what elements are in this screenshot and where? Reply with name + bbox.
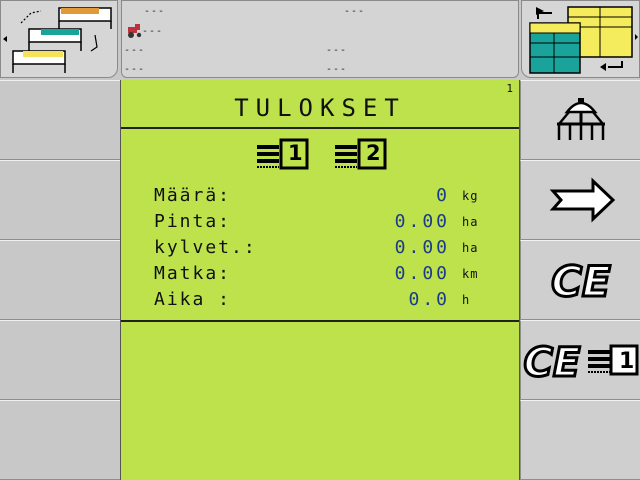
screen-layout-icon <box>3 7 112 73</box>
status-bar: --- --- --- --- --- --- --- <box>121 0 519 78</box>
row-value: 0.00 <box>394 211 450 232</box>
results-panel: 1 TULOKSET 1 2 Määrä: 0 kg Pinta: 0.00 h… <box>120 80 520 480</box>
result-row-time: Aika : 0.0 h <box>154 289 494 315</box>
seeder-settings-button[interactable] <box>520 80 640 160</box>
svg-text:CE: CE <box>551 257 611 306</box>
row-label: Pinta: <box>154 211 232 232</box>
left-softkey-3[interactable] <box>0 240 120 320</box>
screen-switch-icon <box>529 6 638 74</box>
row-value: 0.00 <box>394 237 450 258</box>
result-row-area: Pinta: 0.00 ha <box>154 211 494 237</box>
counter-tab-2-number: 2 <box>366 141 381 165</box>
left-softkey-1[interactable] <box>0 80 120 160</box>
result-row-amount: Määrä: 0 kg <box>154 185 494 211</box>
row-unit: km <box>462 267 479 281</box>
row-value: 0 <box>436 185 450 206</box>
left-softkey-4[interactable] <box>0 320 120 400</box>
status-row1-right: --- <box>344 6 366 17</box>
next-button[interactable] <box>520 160 640 240</box>
row-label: kylvet.: <box>154 237 257 258</box>
counter-tab-2[interactable]: 2 <box>333 137 389 171</box>
counter-tab-1-number: 1 <box>288 141 303 165</box>
status-row2-left: --- <box>142 26 164 37</box>
svg-text:CE: CE <box>523 340 580 386</box>
status-row1-left: --- <box>144 6 166 17</box>
work-screen-nav-button[interactable] <box>0 0 118 78</box>
status-row4-left: --- <box>124 64 146 75</box>
ce-counter-number: 1 <box>619 349 635 374</box>
row-value: 0.0 <box>408 289 450 310</box>
row-label: Matka: <box>154 263 232 284</box>
row-value: 0.00 <box>394 263 450 284</box>
row-label: Aika : <box>154 289 232 310</box>
result-row-distance: Matka: 0.00 km <box>154 263 494 289</box>
clear-total-button[interactable]: CE <box>520 240 640 320</box>
status-row4-right: --- <box>326 64 348 75</box>
row-unit: ha <box>462 215 479 229</box>
page-title: TULOKSET <box>234 94 406 122</box>
status-row3-left: --- <box>124 45 146 56</box>
row-unit: h <box>462 293 471 307</box>
screen-switch-button[interactable] <box>521 0 640 78</box>
status-row3-right: --- <box>326 45 348 56</box>
left-softkey-5[interactable] <box>0 400 120 480</box>
divider-top <box>121 127 519 129</box>
arrow-right-icon <box>549 177 615 223</box>
result-row-sown: kylvet.: 0.00 ha <box>154 237 494 263</box>
divider-bottom <box>121 320 519 322</box>
row-label: Määrä: <box>154 185 232 206</box>
row-unit: ha <box>462 241 479 255</box>
left-softkey-2[interactable] <box>0 160 120 240</box>
clear-counter-1-button[interactable]: CE 1 <box>520 320 640 400</box>
right-softkey-5[interactable] <box>520 400 640 480</box>
clear-entry-icon: CE <box>549 256 612 308</box>
row-unit: kg <box>462 189 479 203</box>
counter-tab-1[interactable]: 1 <box>255 137 311 171</box>
seed-drill-icon <box>556 98 605 140</box>
